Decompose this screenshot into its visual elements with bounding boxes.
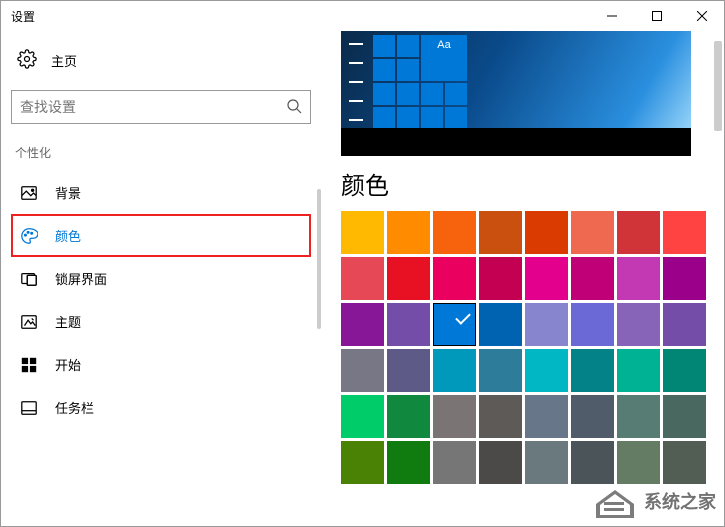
- sidebar-item-lockscreen[interactable]: 锁屏界面: [11, 257, 311, 300]
- sidebar-item-label: 主题: [55, 312, 81, 331]
- window-controls: [589, 1, 724, 31]
- sidebar-item-label: 开始: [55, 355, 81, 374]
- panel-title: 颜色: [341, 166, 704, 201]
- maximize-button[interactable]: [634, 1, 679, 31]
- color-swatch[interactable]: [433, 395, 476, 438]
- color-swatch[interactable]: [479, 303, 522, 346]
- search-input[interactable]: [20, 99, 286, 115]
- sidebar-item-label: 任务栏: [55, 398, 94, 417]
- sidebar-item-taskbar[interactable]: 任务栏: [11, 386, 311, 429]
- home-label: 主页: [51, 51, 77, 70]
- watermark-text: 系统之家: [644, 488, 716, 514]
- content: 主页 个性化 背景颜色锁屏界面主题开始任务栏 Aa: [1, 31, 724, 526]
- color-swatch[interactable]: [571, 395, 614, 438]
- color-swatch[interactable]: [387, 349, 430, 392]
- background-icon: [19, 184, 39, 202]
- color-swatch[interactable]: [433, 211, 476, 254]
- color-swatch[interactable]: [341, 211, 384, 254]
- watermark-logo-icon: [592, 482, 638, 520]
- color-swatch[interactable]: [525, 395, 568, 438]
- taskbar-icon: [19, 399, 39, 417]
- color-swatch[interactable]: [571, 349, 614, 392]
- color-swatch[interactable]: [571, 211, 614, 254]
- color-swatch[interactable]: [433, 441, 476, 484]
- sidebar-item-label: 颜色: [55, 226, 81, 245]
- preview-tile-grid: Aa: [373, 35, 467, 129]
- nav-list: 背景颜色锁屏界面主题开始任务栏: [11, 171, 311, 429]
- color-swatch[interactable]: [571, 441, 614, 484]
- gear-icon: [17, 49, 37, 72]
- color-swatch[interactable]: [617, 349, 660, 392]
- color-swatch[interactable]: [479, 257, 522, 300]
- color-swatch[interactable]: [525, 257, 568, 300]
- color-swatch[interactable]: [571, 257, 614, 300]
- titlebar: 设置: [1, 1, 724, 31]
- sidebar-item-label: 背景: [55, 183, 81, 202]
- color-swatch[interactable]: [663, 303, 706, 346]
- color-swatch[interactable]: [341, 441, 384, 484]
- preview-menu-icon: [345, 37, 367, 127]
- preview-thumbnail: Aa: [341, 31, 691, 156]
- sidebar-item-color[interactable]: 颜色: [11, 214, 311, 257]
- color-swatch[interactable]: [617, 257, 660, 300]
- color-swatch-grid: [341, 211, 704, 484]
- color-swatch[interactable]: [387, 211, 430, 254]
- color-swatch[interactable]: [341, 303, 384, 346]
- color-swatch[interactable]: [433, 257, 476, 300]
- color-swatch[interactable]: [663, 257, 706, 300]
- search-icon: [286, 98, 302, 117]
- color-swatch[interactable]: [617, 441, 660, 484]
- color-swatch[interactable]: [525, 349, 568, 392]
- lockscreen-icon: [19, 270, 39, 288]
- color-swatch[interactable]: [479, 211, 522, 254]
- window-title: 设置: [11, 8, 35, 25]
- color-swatch[interactable]: [341, 349, 384, 392]
- color-swatch[interactable]: [479, 395, 522, 438]
- watermark: 系统之家: [592, 482, 716, 520]
- home-row[interactable]: 主页: [11, 41, 311, 80]
- color-swatch[interactable]: [525, 303, 568, 346]
- right-scrollbar[interactable]: [714, 41, 722, 131]
- themes-icon: [19, 313, 39, 331]
- color-swatch[interactable]: [663, 441, 706, 484]
- sidebar-item-label: 锁屏界面: [55, 269, 107, 288]
- minimize-button[interactable]: [589, 1, 634, 31]
- sidebar-item-start[interactable]: 开始: [11, 343, 311, 386]
- color-swatch[interactable]: [479, 349, 522, 392]
- color-swatch[interactable]: [525, 211, 568, 254]
- sidebar-item-background[interactable]: 背景: [11, 171, 311, 214]
- color-swatch[interactable]: [387, 395, 430, 438]
- color-swatch[interactable]: [663, 349, 706, 392]
- color-swatch[interactable]: [617, 395, 660, 438]
- right-panel: Aa 颜色: [321, 31, 724, 526]
- start-icon: [19, 356, 39, 374]
- color-swatch[interactable]: [617, 303, 660, 346]
- color-swatch[interactable]: [663, 395, 706, 438]
- left-panel: 主页 个性化 背景颜色锁屏界面主题开始任务栏: [1, 31, 321, 526]
- section-label: 个性化: [11, 140, 311, 171]
- color-swatch[interactable]: [433, 303, 476, 346]
- close-button[interactable]: [679, 1, 724, 31]
- preview-tiles: Aa: [345, 35, 505, 131]
- color-swatch[interactable]: [341, 395, 384, 438]
- color-swatch[interactable]: [433, 349, 476, 392]
- color-swatch[interactable]: [663, 211, 706, 254]
- color-icon: [19, 227, 39, 245]
- color-swatch[interactable]: [571, 303, 614, 346]
- color-swatch[interactable]: [617, 211, 660, 254]
- color-swatch[interactable]: [479, 441, 522, 484]
- color-swatch[interactable]: [341, 257, 384, 300]
- color-swatch[interactable]: [387, 257, 430, 300]
- search-box[interactable]: [11, 90, 311, 124]
- color-swatch[interactable]: [387, 303, 430, 346]
- color-swatch[interactable]: [525, 441, 568, 484]
- preview-accent-tile: Aa: [421, 35, 467, 81]
- sidebar-item-themes[interactable]: 主题: [11, 300, 311, 343]
- color-swatch[interactable]: [387, 441, 430, 484]
